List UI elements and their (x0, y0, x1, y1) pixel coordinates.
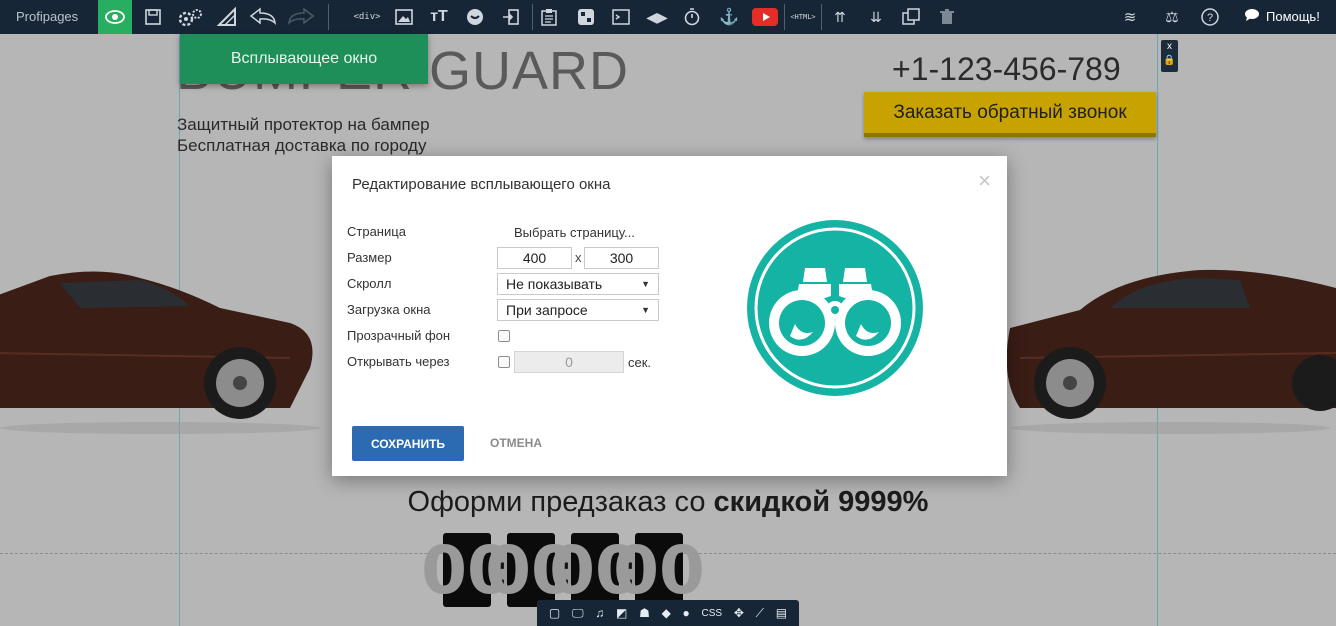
copy-icon[interactable] (894, 0, 928, 34)
popup-settings-modal: Редактирование всплывающего окна × Стран… (332, 156, 1007, 476)
modal-title: Редактирование всплывающего окна (352, 176, 611, 193)
seconds-label: сек. (628, 355, 652, 370)
move-icon[interactable]: ✥ (734, 606, 744, 620)
binoculars-icon (747, 220, 923, 396)
timer-digit: 00 (421, 531, 513, 609)
help-button[interactable]: Помощь! (1244, 8, 1320, 25)
open-after-checkbox[interactable] (498, 356, 510, 368)
popup-element-tag[interactable]: Всплывающее окно (180, 34, 428, 84)
help-icon[interactable]: ? (1193, 0, 1227, 34)
anchor-icon[interactable]: ⚓ (712, 0, 746, 34)
square-icon[interactable]: ▢ (549, 606, 560, 620)
block-toolbar: ▢ 🖵 ♫ ◩ ☗ ◆ ● CSS ✥ ⟋ ▤ (537, 600, 799, 626)
undo-icon[interactable] (246, 0, 280, 34)
terminal-icon[interactable] (604, 0, 638, 34)
promo-prefix: Оформи предзаказ со (407, 486, 714, 518)
page-label: Страница (347, 224, 406, 239)
timer-digit: 00 (613, 531, 705, 609)
sort-down-icon[interactable]: ⇊ (859, 0, 893, 34)
toolbar-divider (328, 4, 329, 30)
car-image-left (0, 271, 320, 434)
load-select-value: При запросе (506, 302, 588, 318)
promo-discount: скидкой 9999% (713, 486, 929, 518)
promo-heading[interactable]: Оформи предзаказ со скидкой 9999% (0, 486, 1336, 519)
tagline-line-1: Защитный протектор на бампер (177, 115, 430, 134)
cancel-button[interactable]: ОТМЕНА (490, 436, 542, 450)
timer-icon[interactable] (675, 0, 709, 34)
countdown-timer[interactable]: 00 : 00 : 00 : 00 (421, 531, 705, 609)
scroll-select-value: Не показывать (506, 276, 603, 292)
html-label: <HTML> (790, 13, 816, 21)
help-label: Помощь! (1266, 9, 1320, 24)
button-icon[interactable] (458, 0, 492, 34)
transparent-bg-checkbox[interactable] (498, 330, 510, 342)
caret-down-icon: ▼ (641, 305, 650, 315)
timer-digit: 00 (485, 531, 577, 609)
block-close-icon[interactable]: x (1161, 40, 1178, 54)
users-icon[interactable]: ☗ (639, 606, 650, 620)
size-label: Размер (347, 250, 392, 265)
div-icon[interactable]: <div> (350, 0, 384, 34)
width-input[interactable]: 400 (497, 247, 572, 269)
eye-icon[interactable] (98, 0, 132, 34)
toolbar-divider (784, 4, 785, 30)
top-toolbar: Profipages <div> тT ◀▶ ⚓ <HTML> ⇈ ⇊ ≋ ⚖ … (0, 0, 1336, 34)
scroll-select[interactable]: Не показывать ▼ (497, 273, 659, 295)
tag-icon[interactable]: ◆ (662, 606, 671, 620)
load-select[interactable]: При запросе ▼ (497, 299, 659, 321)
tagline[interactable]: Защитный протектор на бампер Бесплатная … (177, 114, 430, 156)
size-separator: x (575, 250, 582, 265)
monitor-icon[interactable]: 🖵 (572, 606, 584, 621)
chat-icon (1244, 8, 1260, 25)
toolbar-divider (821, 4, 822, 30)
form-icon[interactable] (569, 0, 603, 34)
transparent-bg-label: Прозрачный фон (347, 328, 451, 343)
lock-icon[interactable]: 🔒 (1161, 54, 1178, 68)
callback-button[interactable]: Заказать обратный звонок (864, 92, 1156, 137)
chart-icon[interactable]: ⟋ (756, 606, 764, 621)
html-icon[interactable]: <HTML> (786, 0, 820, 34)
timer-digit: 00 (549, 531, 641, 609)
open-after-label: Открывать через (347, 354, 450, 369)
scroll-label: Скролл (347, 276, 392, 291)
block-controls[interactable]: x 🔒 (1161, 40, 1178, 72)
image-icon[interactable] (387, 0, 421, 34)
load-label: Загрузка окна (347, 302, 431, 317)
tagline-line-2: Бесплатная доставка по городу (177, 136, 427, 155)
svg-text:?: ? (1207, 12, 1213, 24)
div-label: <div> (353, 12, 381, 22)
trash-icon[interactable] (930, 0, 964, 34)
exit-icon[interactable] (494, 0, 528, 34)
open-after-input[interactable]: 0 (514, 351, 624, 373)
height-input[interactable]: 300 (584, 247, 659, 269)
sort-up-icon[interactable]: ⇈ (823, 0, 857, 34)
brand-label[interactable]: Profipages (16, 9, 78, 24)
layers-icon[interactable]: ≋ (1113, 0, 1147, 34)
page-picker-link[interactable]: Выбрать страницу... (514, 225, 635, 240)
music-icon[interactable]: ♫ (595, 606, 604, 620)
text-size-icon[interactable]: тT (422, 0, 456, 34)
caret-down-icon: ▼ (641, 279, 650, 289)
youtube-icon[interactable] (748, 0, 782, 34)
ruler-icon[interactable] (210, 0, 244, 34)
phone-number[interactable]: +1-123-456-789 (892, 51, 1121, 88)
car-image-right (1006, 269, 1336, 434)
circle-icon[interactable]: ● (683, 606, 690, 620)
close-icon[interactable]: × (978, 168, 991, 194)
image-icon[interactable]: ◩ (616, 606, 627, 620)
clipboard-icon[interactable] (532, 0, 566, 34)
css-icon[interactable]: CSS (702, 608, 723, 619)
code-icon[interactable]: ◀▶ (640, 0, 674, 34)
save-icon[interactable] (136, 0, 170, 34)
clapper-icon[interactable]: ▤ (776, 606, 787, 620)
scales-icon[interactable]: ⚖ (1155, 0, 1189, 34)
gear-icon[interactable] (173, 0, 207, 34)
redo-icon[interactable] (284, 0, 318, 34)
save-button[interactable]: СОХРАНИТЬ (352, 426, 464, 461)
